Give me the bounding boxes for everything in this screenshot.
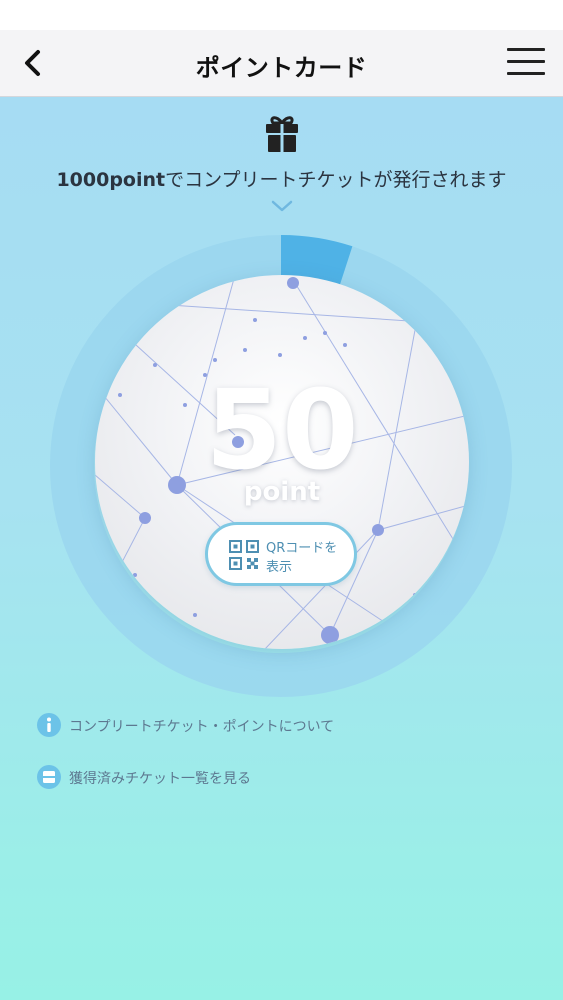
point-value: 50 (205, 366, 359, 494)
about-link-label: コンプリートチケット・ポイントについて (69, 719, 335, 735)
qr-code-icon (228, 539, 260, 571)
point-unit: point (243, 477, 321, 507)
menu-button[interactable] (507, 48, 545, 78)
main-content: 1000pointでコンプリートチケットが発行されます 50 point QRコ… (0, 97, 563, 1000)
gift-icon (265, 113, 299, 153)
point-ball: 50 point QRコードを 表示 (95, 275, 469, 649)
page-title: ポイントカード (195, 54, 368, 82)
promo-text-body: でコンプリートチケットが発行されます (165, 169, 507, 191)
navigation-bar: ポイントカード (0, 30, 563, 97)
qr-label-line1: QRコードを (266, 541, 338, 556)
tickets-link-label: 獲得済みチケット一覧を見る (69, 771, 251, 787)
qr-button-label: QRコードを 表示 (266, 539, 356, 577)
promo-text: 1000pointでコンプリートチケットが発行されます (0, 165, 563, 192)
progress-arc (280, 235, 353, 289)
status-bar (0, 0, 563, 30)
hamburger-menu-icon (507, 48, 545, 51)
chevron-down-icon (270, 198, 294, 212)
point-gauge: 50 point QRコードを 表示 (45, 230, 517, 702)
show-qr-button[interactable]: QRコードを 表示 (205, 522, 357, 586)
ticket-icon (37, 765, 61, 789)
info-icon (37, 713, 61, 737)
promo-bold-text: 1000point (56, 169, 166, 191)
qr-label-line2: 表示 (266, 560, 293, 575)
